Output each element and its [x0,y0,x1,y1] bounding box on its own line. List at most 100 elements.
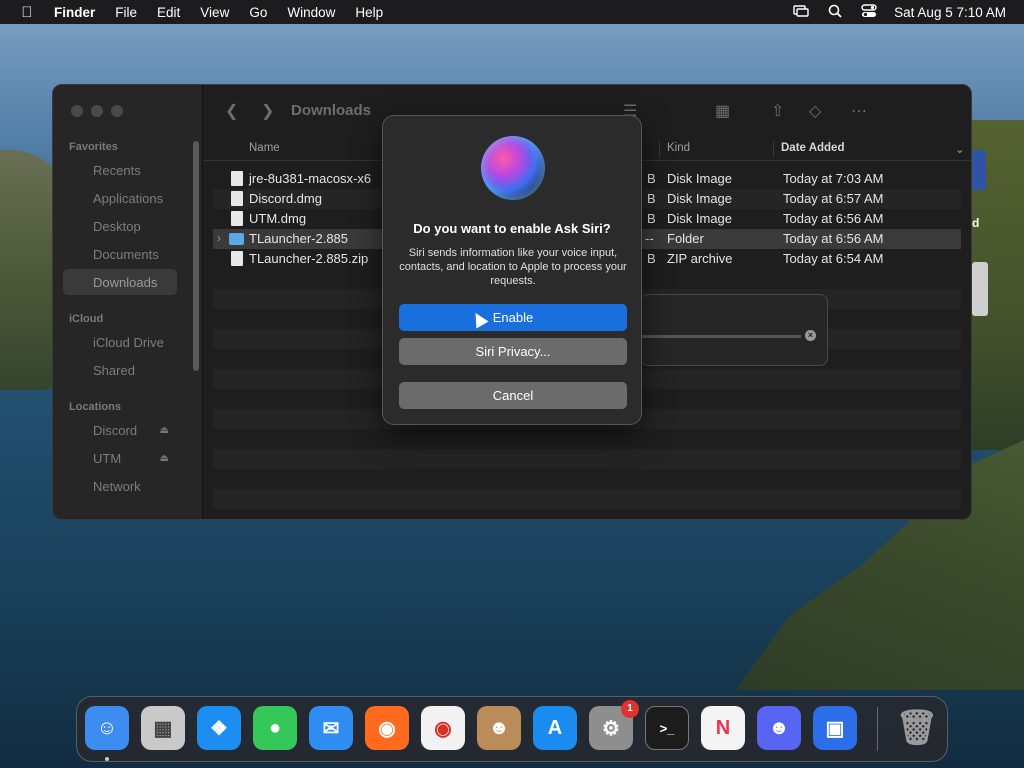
screen-mirroring-icon[interactable] [784,4,818,20]
siri-privacy-button[interactable]: Siri Privacy... [399,338,627,365]
sidebar-item-label: UTM [93,450,122,466]
desktop-drive-label: d [972,216,980,230]
file-kind: ZIP archive [667,251,733,266]
forward-icon[interactable]: ❯ [261,101,274,121]
dock-launchpad-icon[interactable]: ▦ [141,706,185,750]
dock-firefox-icon[interactable]: ◉ [365,706,409,750]
file-size: B [647,171,656,186]
zoom-window-button[interactable] [111,105,123,117]
zip-file-icon [231,251,243,266]
file-kind: Disk Image [667,191,733,206]
menu-view[interactable]: View [190,5,239,20]
sidebar-item-applications[interactable]: Applications [63,185,177,211]
finder-sidebar: Favorites Recents Applications Desktop D… [53,85,203,519]
file-size: B [647,251,656,266]
notification-badge: 1 [621,700,639,718]
dock-terminal-icon[interactable]: >_ [645,706,689,750]
file-date: Today at 6:56 AM [783,231,884,246]
empty-row [213,449,961,469]
menu-clock[interactable]: Sat Aug 5 7:10 AM [886,5,1014,20]
back-icon[interactable]: ❮ [225,101,238,121]
file-date: Today at 6:56 AM [783,211,884,226]
cancel-progress-icon[interactable]: × [805,330,816,341]
dock-mail-icon[interactable]: ✉ [309,706,353,750]
share-icon[interactable]: ⇧ [771,101,784,121]
cancel-button[interactable]: Cancel [399,382,627,409]
dock-finder-icon[interactable]: ☺ [85,706,129,750]
dock-news-icon[interactable]: N [701,706,745,750]
file-kind: Disk Image [667,171,733,186]
menu-go[interactable]: Go [239,5,277,20]
file-size: B [647,211,656,226]
window-controls [71,105,123,117]
sort-chevron-icon[interactable]: ⌄ [955,142,965,156]
dock-trash-icon[interactable]: 🗑 [895,706,939,750]
sidebar-item-downloads[interactable]: Downloads [63,269,177,295]
dock: ☺ ▦ ❖ ● ✉ ◉ ◉ ☻ A ⚙ 1 >_ N ☻ ▣ 🗑 [76,696,948,762]
menu-bar:  Finder File Edit View Go Window Help S… [0,0,1024,24]
file-name: TLauncher-2.885.zip [249,251,369,266]
close-window-button[interactable] [71,105,83,117]
column-divider[interactable] [773,141,774,157]
tag-icon[interactable]: ◇ [809,101,821,121]
sidebar-section-favorites: Favorites [69,141,118,153]
dock-messages-icon[interactable]: ● [253,706,297,750]
menu-file[interactable]: File [105,5,147,20]
siri-icon [481,136,545,200]
sidebar-item-shared[interactable]: Shared [63,357,177,383]
menu-help[interactable]: Help [345,5,393,20]
dock-chrome-icon[interactable]: ◉ [421,706,465,750]
column-date-added[interactable]: Date Added [781,142,844,154]
menu-edit[interactable]: Edit [147,5,190,20]
dock-app-store-icon[interactable]: A [533,706,577,750]
sidebar-item-network[interactable]: Network [63,473,177,499]
sidebar-item-utm[interactable]: UTM ⏏ [63,445,177,471]
file-name: TLauncher-2.885 [249,231,349,246]
file-kind: Disk Image [667,211,733,226]
desktop-drive-icon[interactable] [970,150,986,190]
column-kind[interactable]: Kind [667,142,690,154]
minimize-window-button[interactable] [91,105,103,117]
dock-system-settings-icon[interactable]: ⚙ 1 [589,700,639,750]
progress-bar [641,335,801,338]
empty-row [213,489,961,509]
group-icon[interactable]: ▦ [715,101,730,121]
dialog-body: Siri sends information like your voice i… [399,247,627,287]
more-actions-icon[interactable]: ⋯ [851,101,867,121]
eject-icon[interactable]: ⏏ [160,453,169,464]
copy-progress-panel: × [640,294,828,366]
menu-window[interactable]: Window [277,5,345,20]
eject-icon[interactable]: ⏏ [160,425,169,436]
dock-contacts-icon[interactable]: ☻ [477,706,521,750]
apple-menu-icon[interactable]:  [10,4,44,21]
sidebar-item-documents[interactable]: Documents [63,241,177,267]
dialog-title: Do you want to enable Ask Siri? [413,221,611,236]
disclosure-chevron-icon[interactable]: › [217,231,221,245]
sidebar-section-icloud: iCloud [69,313,104,325]
window-title: Downloads [291,102,372,119]
sidebar-item-discord[interactable]: Discord ⏏ [63,417,177,443]
sidebar-item-desktop[interactable]: Desktop [63,213,177,239]
menu-app-name[interactable]: Finder [44,5,105,20]
dock-separator [877,707,878,751]
siri-dialog: Do you want to enable Ask Siri? Siri sen… [382,115,642,425]
file-kind: Folder [667,231,704,246]
folder-icon [229,233,244,245]
search-icon[interactable] [818,4,852,21]
dock-safari-icon[interactable]: ❖ [197,706,241,750]
dock-utm-icon[interactable]: ▣ [813,706,857,750]
file-size: -- [645,231,654,246]
file-date: Today at 7:03 AM [783,171,884,186]
file-size: B [647,191,656,206]
sidebar-item-recents[interactable]: Recents [63,157,177,183]
control-center-icon[interactable] [852,3,886,21]
file-date: Today at 6:54 AM [783,251,884,266]
sidebar-scrollbar[interactable] [193,141,199,371]
column-name[interactable]: Name [249,142,280,154]
sidebar-item-icloud-drive[interactable]: iCloud Drive [63,329,177,355]
column-divider[interactable] [659,141,660,157]
dock-discord-icon[interactable]: ☻ [757,706,801,750]
enable-button[interactable]: Enable [399,304,627,331]
running-indicator [105,757,109,761]
desktop-disk-icon[interactable] [972,262,988,316]
